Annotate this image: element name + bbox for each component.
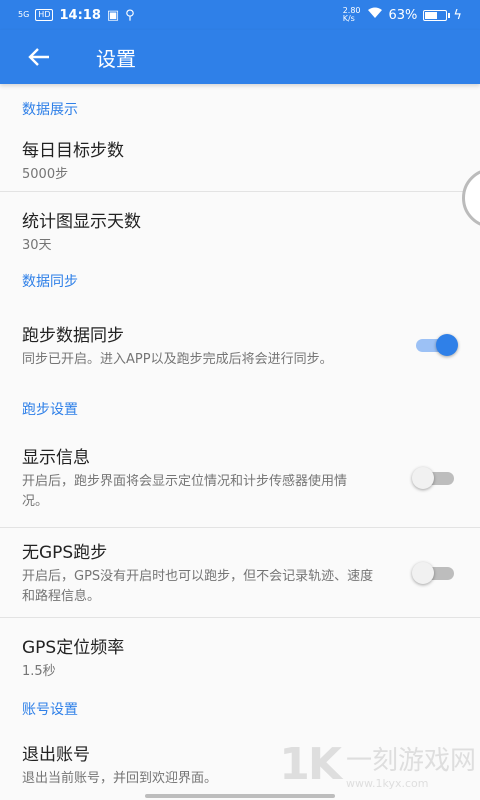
run-sync-desc: 同步已开启。进入APP以及跑步完成后将会进行同步。 xyxy=(22,351,333,367)
usb-icon: ⚲ xyxy=(125,7,135,23)
net-speed-unit: K/s xyxy=(342,14,355,23)
show-info-toggle[interactable] xyxy=(412,466,458,490)
gesture-nav-bar[interactable] xyxy=(145,794,335,798)
section-header-run-settings: 跑步设置 xyxy=(22,402,78,418)
toggle-thumb xyxy=(436,334,458,356)
run-sync-setting[interactable]: 跑步数据同步 同步已开启。进入APP以及跑步完成后将会进行同步。 xyxy=(0,300,480,390)
show-info-desc: 开启后，跑步界面将会显示定位情况和计步传感器使用情况。 xyxy=(22,474,348,509)
battery-percent: 63% xyxy=(388,7,418,23)
daily-goal-setting[interactable]: 每日目标步数 5000步 xyxy=(0,134,480,192)
section-header-account: 账号设置 xyxy=(22,702,78,718)
page-title: 设置 xyxy=(96,46,136,71)
no-gps-toggle[interactable] xyxy=(412,561,458,585)
toggle-thumb xyxy=(412,561,434,584)
hd-badge: HD xyxy=(35,9,54,21)
no-gps-title: 无GPS跑步 xyxy=(22,543,108,563)
back-button[interactable] xyxy=(24,42,54,72)
show-info-setting[interactable]: 显示信息 开启后，跑步界面将会显示定位情况和计步传感器使用情况。 xyxy=(0,428,480,528)
section-header-data-sync: 数据同步 xyxy=(22,274,78,290)
status-time: 14:18 xyxy=(59,7,101,23)
watermark-logo: 1K xyxy=(279,739,342,790)
notification-icon: ▣ xyxy=(106,7,120,23)
settings-list: 数据展示 每日目标步数 5000步 统计图显示天数 30天 数据同步 跑步数据同… xyxy=(0,84,480,800)
toggle-thumb xyxy=(412,466,434,489)
charging-icon: ϟ xyxy=(453,7,462,23)
no-gps-desc: 开启后，GPS没有开启时也可以跑步，但不会记录轨迹、速度和路程信息。 xyxy=(22,569,374,604)
show-info-title: 显示信息 xyxy=(22,448,90,468)
gps-frequency-value: 1.5秒 xyxy=(22,663,56,679)
chart-days-title: 统计图显示天数 xyxy=(22,211,141,232)
run-sync-toggle[interactable] xyxy=(412,333,458,357)
gps-frequency-setting[interactable]: GPS定位频率 1.5秒 xyxy=(0,618,480,690)
app-bar: 设置 xyxy=(0,30,480,84)
signal-label: 5G xyxy=(18,10,30,19)
watermark-url: www.1kyx.com xyxy=(345,776,429,790)
section-header-data-display: 数据展示 xyxy=(22,102,78,118)
daily-goal-value: 5000步 xyxy=(22,167,69,182)
wifi-icon xyxy=(367,7,383,23)
arrow-left-icon xyxy=(28,48,49,66)
chart-days-setting[interactable]: 统计图显示天数 30天 xyxy=(0,192,480,262)
status-bar: 5G HD 14:18 ▣ ⚲ 2.80 K/s 63% ϟ xyxy=(0,0,480,30)
gps-frequency-title: GPS定位频率 xyxy=(22,637,125,658)
watermark-text: 一刻游戏网 xyxy=(345,745,476,776)
run-sync-title: 跑步数据同步 xyxy=(22,325,124,346)
battery-icon xyxy=(423,9,451,21)
watermark: 1K 一刻游戏网 www.1kyx.com xyxy=(279,739,476,790)
daily-goal-title: 每日目标步数 xyxy=(22,141,124,161)
chart-days-value: 30天 xyxy=(22,237,52,253)
no-gps-setting[interactable]: 无GPS跑步 开启后，GPS没有开启时也可以跑步，但不会记录轨迹、速度和路程信息… xyxy=(0,528,480,618)
